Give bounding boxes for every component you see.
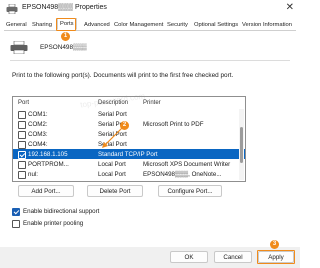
port-row-portprompt[interactable]: PORTPROM... Local Port Microsoft XPS Doc…: [13, 159, 245, 169]
port-row-com1[interactable]: COM1: Serial Port: [13, 109, 245, 119]
tab-sharing[interactable]: Sharing: [32, 20, 52, 30]
port-name: COM2:: [28, 120, 48, 128]
port-checkbox[interactable]: [18, 110, 26, 119]
port-checkbox[interactable]: [18, 140, 26, 149]
port-printer: EPSON498▒▒▒, OneNote...: [143, 170, 222, 178]
printer-name: EPSON498▒▒▒: [40, 44, 87, 51]
port-checkbox[interactable]: [18, 170, 26, 179]
port-name: nul:: [28, 170, 38, 178]
configure-port-button[interactable]: Configure Port...: [158, 185, 222, 197]
port-checkbox[interactable]: [18, 120, 26, 129]
bidirectional-label: Enable bidirectional support: [23, 208, 100, 215]
printer-icon: [10, 41, 28, 54]
annotation-arrow-icon: [102, 127, 123, 148]
port-row-com3[interactable]: COM3: Serial Port: [13, 129, 245, 139]
ports-list[interactable]: Port Description Printer COM1: Serial Po…: [12, 96, 246, 182]
port-printer: Microsoft Print to PDF: [143, 120, 204, 128]
scrollbar-thumb[interactable]: [240, 127, 243, 163]
tab-advanced[interactable]: Advanced: [84, 20, 110, 30]
port-checkbox[interactable]: [18, 130, 26, 139]
add-port-button[interactable]: Add Port...: [18, 185, 74, 197]
tab-optional-settings[interactable]: Optional Settings: [194, 20, 238, 30]
apply-highlight: [257, 250, 295, 264]
bidirectional-support-option[interactable]: Enable bidirectional support: [12, 207, 212, 217]
port-checkbox[interactable]: [18, 160, 26, 169]
dialog-footer: [0, 247, 300, 268]
pooling-label: Enable printer pooling: [23, 220, 84, 227]
window-title: EPSON498▒▒▒ Properties: [22, 4, 107, 11]
ports-tab-highlight: [56, 18, 76, 31]
port-description: Standard TCP/IP Port: [98, 150, 158, 158]
port-checkbox[interactable]: [18, 150, 26, 159]
divider: [10, 60, 290, 61]
tab-bar: General Sharing Ports Advanced Color Man…: [4, 18, 296, 31]
port-row-nul[interactable]: nul: Local Port EPSON498▒▒▒, OneNote...: [13, 169, 245, 179]
tab-general[interactable]: General: [6, 20, 27, 30]
close-icon[interactable]: ✕: [286, 2, 294, 13]
port-row-tcpip[interactable]: 192.168.1.105 Standard TCP/IP Port: [13, 149, 245, 159]
printer-header: EPSON498▒▒▒: [10, 40, 290, 54]
port-row-com4[interactable]: COM4: Serial Port: [13, 139, 245, 149]
annotation-marker-3: 3: [270, 240, 279, 249]
port-name: PORTPROM...: [28, 160, 69, 168]
header-printer[interactable]: Printer: [143, 100, 161, 106]
port-description: Local Port: [98, 160, 126, 168]
tab-security[interactable]: Security: [167, 20, 188, 30]
delete-port-button[interactable]: Delete Port: [87, 185, 143, 197]
tab-color-management[interactable]: Color Management: [114, 20, 163, 30]
pooling-checkbox[interactable]: [12, 220, 20, 228]
bidirectional-checkbox[interactable]: [12, 208, 20, 216]
ok-button[interactable]: OK: [170, 251, 208, 263]
printer-icon: [6, 4, 18, 14]
port-description: Local Port: [98, 170, 126, 178]
header-port[interactable]: Port: [18, 100, 29, 106]
tab-version-information[interactable]: Version Information: [242, 20, 292, 30]
title-bar: EPSON498▒▒▒ Properties ✕: [0, 0, 300, 18]
port-name: COM1:: [28, 110, 48, 118]
port-row-com2[interactable]: COM2: Serial Port Microsoft Print to PDF: [13, 119, 245, 129]
ports-instructions: Print to the following port(s). Document…: [12, 72, 234, 79]
port-name: COM3:: [28, 130, 48, 138]
port-name: 192.168.1.105: [28, 150, 68, 158]
port-printer: Microsoft XPS Document Writer: [143, 160, 231, 168]
printer-pooling-option[interactable]: Enable printer pooling: [12, 219, 212, 229]
port-name: COM4:: [28, 140, 48, 148]
port-description: Serial Port: [98, 110, 127, 118]
cancel-button[interactable]: Cancel: [214, 251, 252, 263]
